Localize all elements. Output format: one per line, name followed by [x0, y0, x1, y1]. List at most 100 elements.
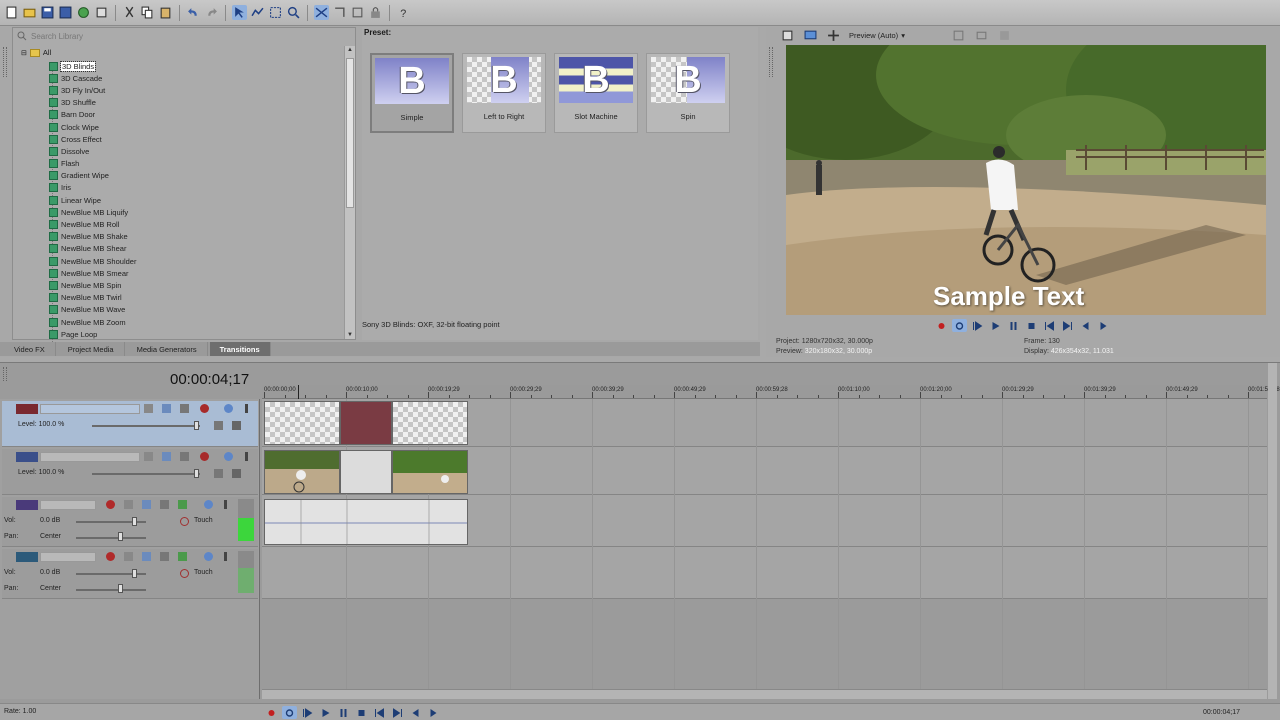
arm-record-icon[interactable]	[106, 552, 115, 561]
record-icon[interactable]	[934, 319, 949, 332]
compositing-mode-icon[interactable]	[180, 452, 189, 461]
tree-root-all[interactable]: ⊟ All	[21, 48, 51, 57]
preset-thumbnail[interactable]: B Slot Machine	[554, 53, 638, 133]
video-clip[interactable]	[264, 450, 340, 494]
track-name-field[interactable]	[40, 500, 96, 510]
playhead[interactable]	[298, 385, 299, 399]
preset-thumbnail[interactable]: B Spin	[646, 53, 730, 133]
undo-icon[interactable]	[186, 5, 201, 20]
go-to-start-icon[interactable]	[1042, 319, 1057, 332]
track-name-field[interactable]	[40, 404, 140, 414]
video-fx-icon[interactable]	[826, 28, 841, 43]
transition-item[interactable]: 3D Fly In/Out	[49, 84, 136, 96]
copy-snapshot-icon[interactable]	[974, 28, 989, 43]
solo-icon[interactable]	[204, 552, 213, 561]
loop-icon[interactable]	[282, 706, 297, 719]
copy-icon[interactable]	[140, 5, 155, 20]
compositing-mode-icon[interactable]	[180, 404, 189, 413]
open-icon[interactable]	[22, 5, 37, 20]
mute-icon[interactable]	[200, 452, 209, 461]
transition-item[interactable]: Dissolve	[49, 145, 136, 157]
composite-parent-icon[interactable]	[232, 421, 241, 430]
pause-icon[interactable]	[1006, 319, 1021, 332]
timecode-display[interactable]: 00:00:04;17	[170, 371, 249, 388]
dock-grip[interactable]	[3, 367, 7, 381]
previous-frame-icon[interactable]	[1078, 319, 1093, 332]
transition-item[interactable]: NewBlue MB Spin	[49, 279, 136, 291]
automation-mode-icon[interactable]	[180, 517, 189, 526]
track-fx-icon[interactable]	[142, 500, 151, 509]
transition-item[interactable]: NewBlue MB Shear	[49, 243, 136, 255]
zoom-tool-icon[interactable]	[286, 5, 301, 20]
transition-item[interactable]: Cross Effect	[49, 133, 136, 145]
composite-child-icon[interactable]	[214, 421, 223, 430]
tree-scrollbar[interactable]: ▲ ▼	[344, 46, 355, 339]
transition-region[interactable]	[340, 401, 392, 445]
ignore-grouping-icon[interactable]	[350, 5, 365, 20]
paste-icon[interactable]	[158, 5, 173, 20]
previous-frame-icon[interactable]	[408, 706, 423, 719]
audio-track-header[interactable]: Vol: 0.0 dB Touch Pan: Center	[2, 497, 258, 547]
video-track-header[interactable]: Level: 100.0 %	[2, 449, 258, 495]
preset-thumbnail[interactable]: B Simple	[370, 53, 454, 133]
auto-crossfade-icon[interactable]	[314, 5, 329, 20]
automation-mode-value[interactable]: Touch	[194, 569, 213, 576]
automation-mode-value[interactable]: Touch	[194, 517, 213, 524]
external-monitor-icon[interactable]	[803, 28, 818, 43]
transition-item[interactable]: Page Loop	[49, 328, 136, 340]
scroll-up-icon[interactable]: ▲	[347, 47, 353, 53]
track-output-icon[interactable]	[160, 500, 169, 509]
new-icon[interactable]	[4, 5, 19, 20]
pan-slider[interactable]	[76, 537, 146, 539]
time-ruler[interactable]: 00:00:00;00 00:00:10;00 00:00:19;29 00:00:2…	[262, 385, 1280, 399]
timeline-vertical-scrollbar[interactable]	[1268, 363, 1277, 699]
audio-clip[interactable]	[264, 499, 468, 545]
track-name-field[interactable]	[40, 552, 96, 562]
level-slider-knob[interactable]	[194, 469, 199, 478]
cut-icon[interactable]	[122, 5, 137, 20]
snapping-icon[interactable]	[332, 5, 347, 20]
transition-item[interactable]: Flash	[49, 158, 136, 170]
next-frame-icon[interactable]	[426, 706, 441, 719]
envelope-tool-icon[interactable]	[250, 5, 265, 20]
save-snapshot-icon[interactable]	[997, 28, 1012, 43]
level-slider[interactable]	[92, 425, 200, 427]
dock-grip[interactable]	[3, 47, 7, 77]
track-fx-icon[interactable]	[142, 552, 151, 561]
help-icon[interactable]: ?	[396, 5, 411, 20]
play-icon[interactable]	[988, 319, 1003, 332]
audio-lane[interactable]	[262, 547, 1267, 599]
level-slider[interactable]	[92, 473, 200, 475]
search-bar[interactable]: Search Library	[13, 28, 355, 44]
composite-child-icon[interactable]	[214, 469, 223, 478]
pause-icon[interactable]	[336, 706, 351, 719]
mute-icon[interactable]	[178, 500, 187, 509]
properties-icon[interactable]	[94, 5, 109, 20]
automation-mode-icon[interactable]	[180, 569, 189, 578]
volume-slider-knob[interactable]	[132, 569, 137, 578]
next-frame-icon[interactable]	[1096, 319, 1111, 332]
expand-icon[interactable]: ⊟	[21, 49, 27, 57]
window-tab[interactable]: Media Generators	[127, 342, 208, 356]
track-area[interactable]	[262, 399, 1267, 699]
preset-thumbnail[interactable]: B Left to Right	[462, 53, 546, 133]
save-icon[interactable]	[40, 5, 55, 20]
more-options-icon[interactable]	[245, 452, 248, 461]
arm-record-icon[interactable]	[106, 500, 115, 509]
video-track-header[interactable]: Level: 100.0 %	[2, 401, 258, 447]
track-name-field[interactable]	[40, 452, 140, 462]
transition-item[interactable]: NewBlue MB Shake	[49, 231, 136, 243]
go-to-end-icon[interactable]	[1060, 319, 1075, 332]
text-clip[interactable]	[264, 401, 340, 445]
transition-item[interactable]: NewBlue MB Liquify	[49, 206, 136, 218]
transition-item[interactable]: Clock Wipe	[49, 121, 136, 133]
blank-clip[interactable]	[340, 450, 392, 494]
selection-tool-icon[interactable]	[268, 5, 283, 20]
play-icon[interactable]	[318, 706, 333, 719]
scroll-down-icon[interactable]: ▼	[347, 332, 353, 338]
volume-slider-knob[interactable]	[132, 517, 137, 526]
transition-item[interactable]: NewBlue MB Wave	[49, 304, 136, 316]
preview-quality-dropdown[interactable]: Preview (Auto) ▾	[849, 31, 905, 40]
transition-item[interactable]: Gradient Wipe	[49, 170, 136, 182]
timeline-horizontal-scrollbar[interactable]	[262, 689, 1267, 699]
